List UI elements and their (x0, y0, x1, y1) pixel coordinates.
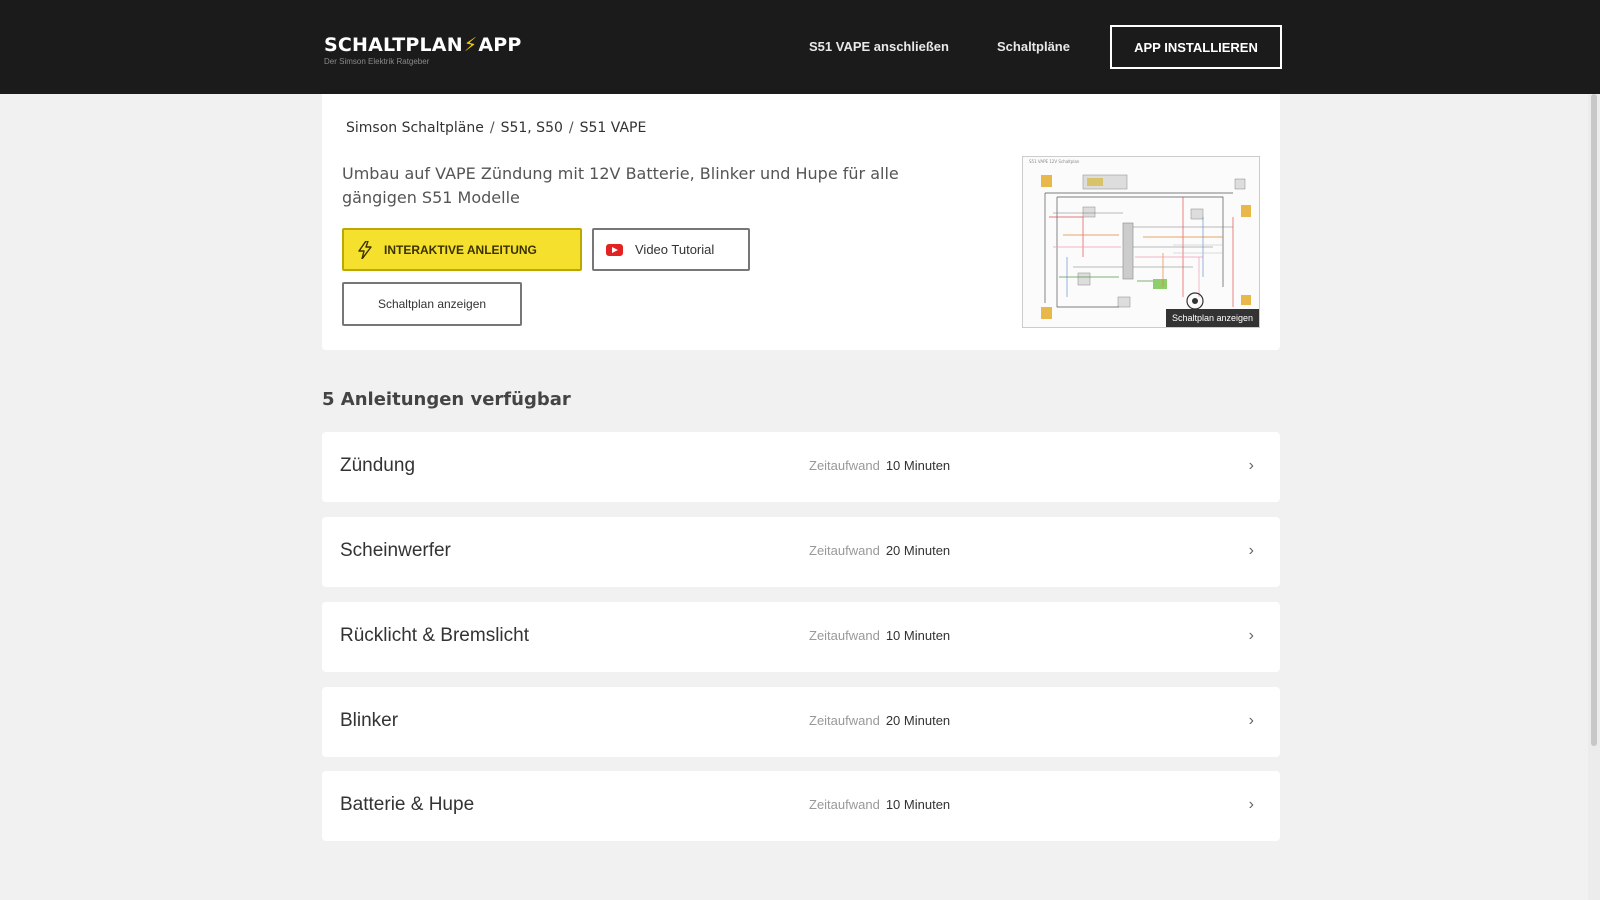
guide-row-batterie-hupe[interactable]: Batterie & Hupe Zeitaufwand 10 Minuten › (322, 771, 1280, 841)
duration-label: Zeitaufwand (809, 628, 880, 643)
chevron-right-icon: › (1248, 457, 1254, 474)
lightning-bolt-icon (358, 240, 372, 259)
guide-row-ruecklicht[interactable]: Rücklicht & Bremslicht Zeitaufwand 10 Min… (322, 602, 1280, 672)
duration-value: 10 Minuten (885, 797, 951, 812)
interactive-guide-button[interactable]: INTERAKTIVE ANLEITUNG (342, 228, 582, 271)
nav-link-s51-vape[interactable]: S51 VAPE anschließen (809, 39, 949, 54)
youtube-play-icon (606, 243, 623, 256)
interactive-guide-label: INTERAKTIVE ANLEITUNG (384, 242, 537, 257)
breadcrumb-item-s51-s50[interactable]: S51, S50 (501, 120, 563, 136)
guide-duration: Zeitaufwand 20 Minuten (809, 713, 950, 728)
chevron-right-icon: › (1248, 627, 1254, 644)
top-navigation-bar: SCHALTPLAN ⚡ APP Der Simson Elektrik Ratge… (0, 0, 1600, 94)
duration-label: Zeitaufwand (809, 458, 880, 473)
thumbnail-caption: Schaltplan anzeigen (1165, 309, 1259, 327)
guide-duration: Zeitaufwand 10 Minuten (809, 628, 950, 643)
guide-row-blinker[interactable]: Blinker Zeitaufwand 20 Minuten › (322, 687, 1280, 757)
chevron-right-icon: › (1248, 796, 1254, 813)
breadcrumb-separator: / (568, 120, 574, 136)
breadcrumb-separator: / (489, 120, 495, 136)
guide-title: Blinker (340, 710, 399, 731)
wiring-diagram-image: S51 VAPE 12V Schaltplan (1023, 157, 1259, 327)
duration-label: Zeitaufwand (809, 797, 880, 812)
guide-duration: Zeitaufwand 10 Minuten (809, 458, 950, 473)
model-info-card: Simson Schaltpläne / S51, S50 / S51 VAPE Umb… (322, 94, 1280, 350)
site-logo[interactable]: SCHALTPLAN ⚡ APP Der Simson Elektrik Ratge… (324, 34, 522, 66)
breadcrumb-item-current: S51 VAPE (579, 120, 647, 136)
logo-bolt-icon: ⚡ (463, 34, 478, 56)
logo-text-left: SCHALTPLAN (324, 34, 463, 56)
guide-row-scheinwerfer[interactable]: Scheinwerfer Zeitaufwand 20 Minuten › (322, 517, 1280, 587)
breadcrumb-item-schaltplaene[interactable]: Simson Schaltpläne (346, 120, 484, 136)
model-description: Umbau auf VAPE Zündung mit 12V Batterie,… (342, 164, 899, 207)
nav-link-schaltplaene[interactable]: Schaltpläne (997, 39, 1070, 54)
duration-value: 20 Minuten (885, 543, 951, 558)
guide-title: Rücklicht & Bremslicht (340, 625, 529, 646)
schematic-thumbnail[interactable]: S51 VAPE 12V Schaltplan Schaltplan anzei… (1022, 156, 1260, 328)
guide-count-heading: 5 Anleitungen verfügbar (322, 389, 571, 410)
duration-label: Zeitaufwand (809, 543, 880, 558)
scrollbar-thumb[interactable] (1591, 94, 1597, 746)
guide-title: Scheinwerfer (340, 540, 451, 561)
guide-duration: Zeitaufwand 10 Minuten (809, 797, 950, 812)
vertical-scrollbar[interactable] (1588, 94, 1600, 900)
logo-tagline: Der Simson Elektrik Ratgeber (324, 57, 430, 66)
video-tutorial-button[interactable]: Video Tutorial (592, 228, 750, 271)
svg-text:S51 VAPE 12V Schaltplan: S51 VAPE 12V Schaltplan (1029, 159, 1080, 164)
guide-title: Zündung (340, 455, 416, 476)
video-tutorial-label: Video Tutorial (635, 242, 715, 257)
duration-label: Zeitaufwand (809, 713, 880, 728)
duration-value: 10 Minuten (885, 628, 951, 643)
logo-wordmark: SCHALTPLAN ⚡ APP (324, 34, 522, 56)
duration-value: 20 Minuten (885, 713, 951, 728)
duration-value: 10 Minuten (885, 458, 951, 473)
chevron-right-icon: › (1248, 542, 1254, 559)
guide-title: Batterie & Hupe (340, 794, 475, 815)
show-schematic-button[interactable]: Schaltplan anzeigen (342, 282, 522, 326)
guide-duration: Zeitaufwand 20 Minuten (809, 543, 950, 558)
chevron-right-icon: › (1248, 712, 1254, 729)
logo-text-right: APP (478, 34, 522, 56)
breadcrumb: Simson Schaltpläne / S51, S50 / S51 VAPE (346, 120, 646, 136)
install-app-button[interactable]: APP INSTALLIEREN (1110, 25, 1282, 69)
guide-row-zuendung[interactable]: Zündung Zeitaufwand 10 Minuten › (322, 432, 1280, 502)
